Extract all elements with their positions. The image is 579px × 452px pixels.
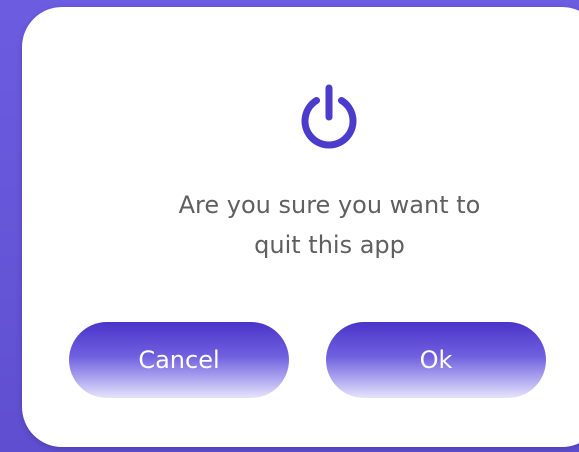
message-line-1: Are you sure you want to bbox=[178, 191, 481, 219]
confirm-message: Are you sure you want to quit this app bbox=[122, 185, 537, 265]
power-icon bbox=[297, 83, 361, 151]
message-line-2: quit this app bbox=[254, 231, 405, 259]
ok-button[interactable]: Ok bbox=[326, 322, 546, 398]
cancel-button[interactable]: Cancel bbox=[69, 322, 289, 398]
